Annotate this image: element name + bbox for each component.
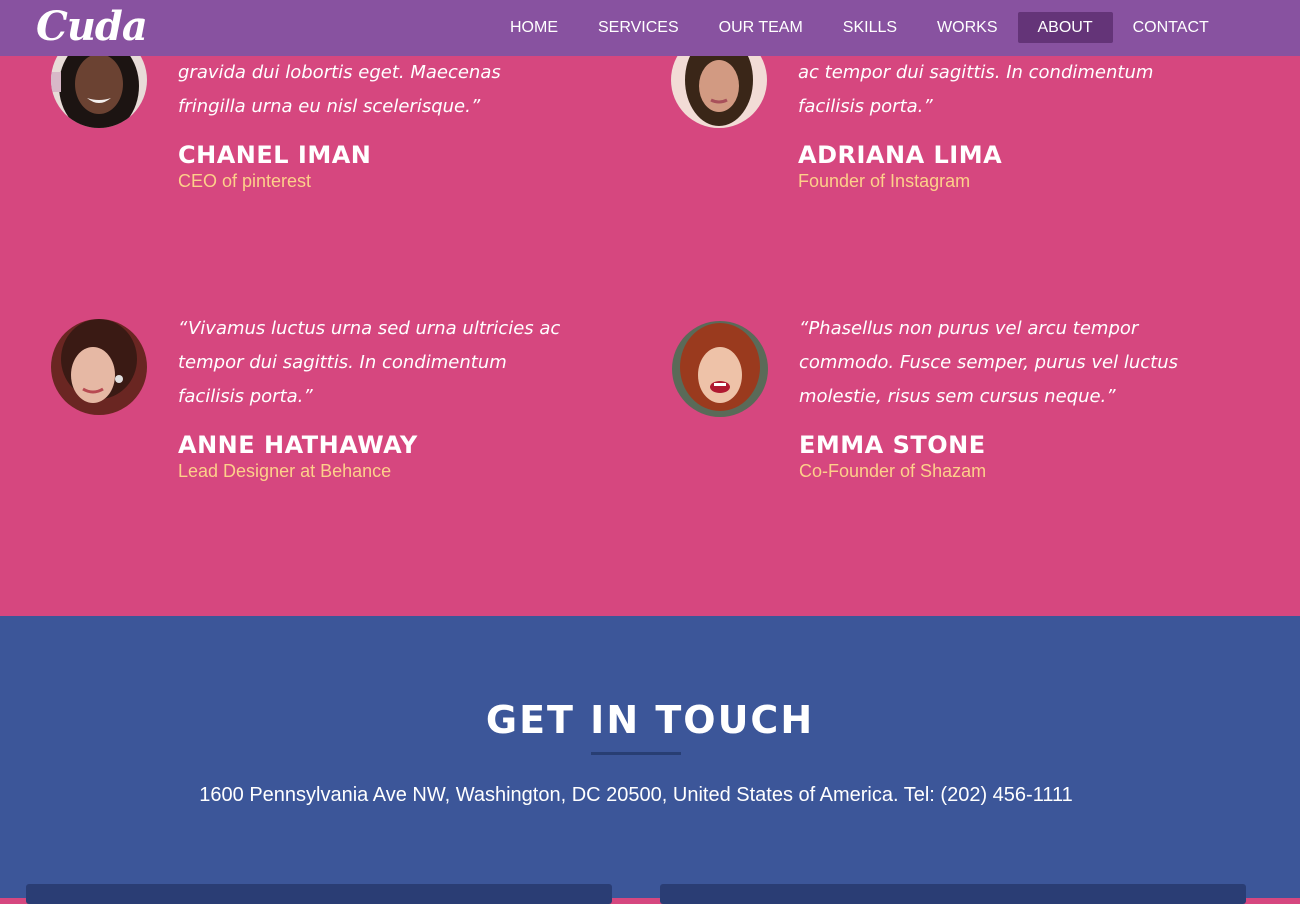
avatar <box>51 319 147 415</box>
testimonial-role: CEO of pinterest <box>178 171 312 191</box>
contact-address: 1600 Pennsylvania Ave NW, Washington, DC… <box>199 784 1073 806</box>
testimonial-name: ADRIANA LIMA <box>798 141 1003 169</box>
nav-item-services[interactable]: SERVICES <box>578 12 699 43</box>
nav-item-our-team[interactable]: OUR TEAM <box>699 12 823 43</box>
nav-item-about[interactable]: ABOUT <box>1017 12 1113 43</box>
nav-item-home[interactable]: HOME <box>490 12 578 43</box>
testimonial-name: CHANEL IMAN <box>178 141 372 169</box>
testimonial-quote: “Phasellus non purus vel arcu tempor com… <box>799 318 1178 407</box>
contact-title: GET IN TOUCH <box>485 698 815 742</box>
avatar <box>672 321 768 417</box>
navbar: Cuda HOME SERVICES OUR TEAM SKILLS WORKS… <box>0 0 1300 56</box>
testimonial-role: Founder of Instagram <box>798 171 971 191</box>
nav-menu: HOME SERVICES OUR TEAM SKILLS WORKS ABOU… <box>490 12 1229 43</box>
name-field[interactable] <box>26 884 612 904</box>
testimonial-name: EMMA STONE <box>799 431 986 459</box>
nav-item-skills[interactable]: SKILLS <box>823 12 917 43</box>
brand-logo[interactable]: Cuda <box>36 2 148 52</box>
email-field[interactable] <box>660 884 1246 904</box>
nav-item-contact[interactable]: CONTACT <box>1113 12 1229 43</box>
contact-section: GET IN TOUCH 1600 Pennsylvania Ave NW, W… <box>0 616 1300 898</box>
testimonial-role: Lead Designer at Behance <box>178 461 392 481</box>
testimonial-quote: “Vivamus luctus urna sed urna ultricies … <box>178 318 561 407</box>
testimonial-quote: gravida dui lobortis eget. Maecenas frin… <box>178 62 501 117</box>
testimonial-quote: ac tempor dui sagittis. In condimentum f… <box>798 62 1154 117</box>
title-divider <box>591 752 681 755</box>
testimonials-section: gravida dui lobortis eget. Maecenas frin… <box>0 0 1300 616</box>
testimonial-name: ANNE HATHAWAY <box>178 431 418 459</box>
nav-item-works[interactable]: WORKS <box>917 12 1017 43</box>
testimonial-role: Co-Founder of Shazam <box>799 461 987 481</box>
